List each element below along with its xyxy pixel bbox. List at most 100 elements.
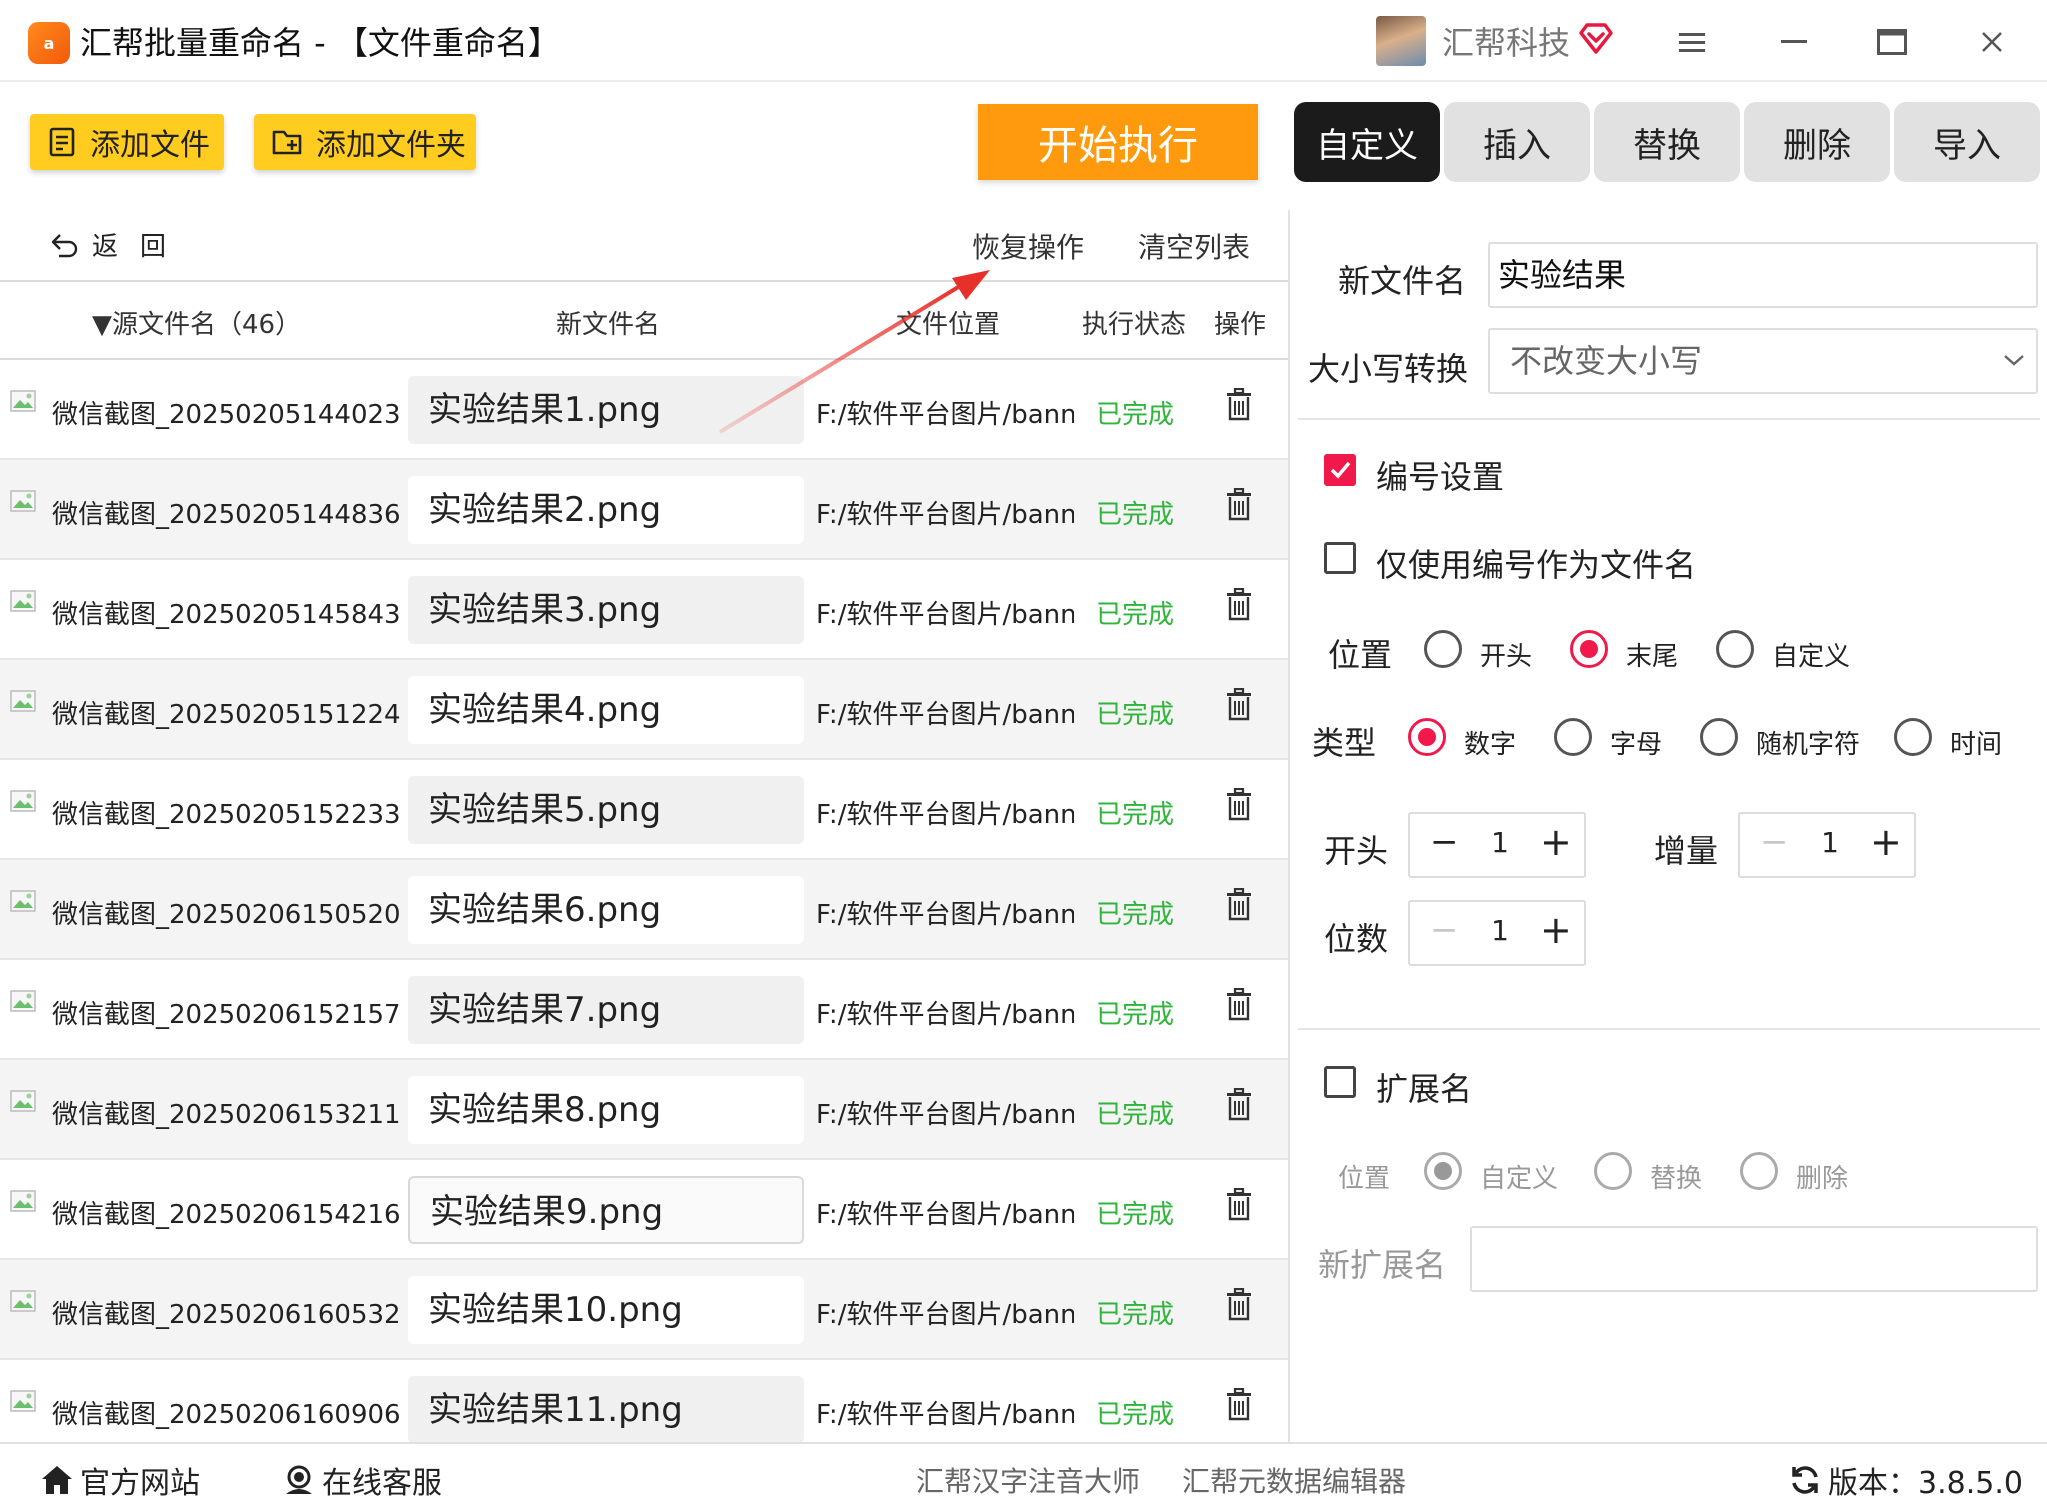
- start-button[interactable]: 开始执行: [978, 104, 1258, 180]
- ext-position-custom-radio[interactable]: [1424, 1152, 1462, 1190]
- type-random-label: 随机字符: [1756, 730, 1861, 760]
- type-time-label: 时间: [1950, 730, 2003, 760]
- new-filename-input[interactable]: 实验结果7.png: [408, 976, 804, 1044]
- status-badge: 已完成: [1096, 1100, 1175, 1130]
- status-badge: 已完成: [1096, 1400, 1175, 1430]
- only-number-checkbox[interactable]: [1324, 542, 1356, 574]
- menu-icon[interactable]: [1672, 22, 1712, 62]
- add-folder-button[interactable]: 添加文件夹: [254, 114, 476, 170]
- status-badge: 已完成: [1096, 600, 1175, 630]
- type-number-radio[interactable]: [1408, 718, 1446, 756]
- trash-icon[interactable]: [1224, 788, 1254, 822]
- increment-label: 增量: [1654, 832, 1719, 870]
- online-support-label: 在线客服: [322, 1466, 442, 1501]
- new-filename-input[interactable]: 实验结果8.png: [408, 1076, 804, 1144]
- metadata-editor-link[interactable]: 汇帮元数据编辑器: [1182, 1460, 1406, 1500]
- new-filename-input[interactable]: 实验结果6.png: [408, 876, 804, 944]
- trash-icon[interactable]: [1224, 1088, 1254, 1122]
- new-filename-input[interactable]: 实验结果2.png: [408, 476, 804, 544]
- add-file-label: 添加文件: [90, 128, 210, 163]
- table-row[interactable]: 微信截图_20250205145843.png 实验结果3.png F:/软件平台图…: [0, 560, 1288, 660]
- vip-diamond-icon[interactable]: [1578, 20, 1614, 56]
- digits-stepper[interactable]: − 1 +: [1408, 900, 1586, 966]
- header-source-name[interactable]: ▼源文件名（46）: [92, 304, 301, 341]
- trash-icon[interactable]: [1224, 988, 1254, 1022]
- image-file-icon: [10, 490, 36, 512]
- trash-icon[interactable]: [1224, 488, 1254, 522]
- table-row[interactable]: 微信截图_20250206150520.png 实验结果6.png F:/软件平台图…: [0, 860, 1288, 960]
- tab-delete[interactable]: 删除: [1744, 102, 1890, 182]
- increment-increment-button[interactable]: +: [1870, 820, 1902, 864]
- position-end-radio[interactable]: [1570, 630, 1608, 668]
- ext-position-delete-radio[interactable]: [1740, 1152, 1778, 1190]
- new-filename-input[interactable]: 实验结果11.png: [408, 1376, 804, 1442]
- ext-position-replace-radio[interactable]: [1594, 1152, 1632, 1190]
- numbering-label: 编号设置: [1376, 458, 1505, 496]
- increment-decrement-button[interactable]: −: [1760, 822, 1789, 862]
- refresh-icon: [1792, 1466, 1818, 1494]
- status-badge: 已完成: [1096, 1300, 1175, 1330]
- table-row[interactable]: 微信截图_20250206160906.png 实验结果11.png F:/软件平台…: [0, 1360, 1288, 1442]
- start-increment-button[interactable]: +: [1540, 820, 1572, 864]
- official-website-link[interactable]: 官方网站: [40, 1458, 200, 1502]
- new-extension-input[interactable]: [1470, 1226, 2038, 1292]
- file-location: F:/软件平台图片/banner: [816, 1100, 1074, 1130]
- new-filename-input[interactable]: 实验结果3.png: [408, 576, 804, 644]
- case-select[interactable]: 不改变大小写: [1488, 328, 2038, 394]
- tab-replace[interactable]: 替换: [1594, 102, 1740, 182]
- close-icon[interactable]: [1972, 22, 2012, 62]
- checkmark-icon: [1330, 461, 1351, 479]
- new-filename-input[interactable]: 实验结果9.png: [408, 1176, 804, 1244]
- tab-custom[interactable]: 自定义: [1294, 102, 1440, 182]
- trash-icon[interactable]: [1224, 588, 1254, 622]
- new-filename-input[interactable]: 实验结果5.png: [408, 776, 804, 844]
- trash-icon[interactable]: [1224, 388, 1254, 422]
- trash-icon[interactable]: [1224, 688, 1254, 722]
- position-custom-radio[interactable]: [1716, 630, 1754, 668]
- file-location: F:/软件平台图片/banner: [816, 800, 1074, 830]
- maximize-icon[interactable]: [1872, 22, 1912, 62]
- table-row[interactable]: 微信截图_20250206160532.png 实验结果10.png F:/软件平台…: [0, 1260, 1288, 1360]
- tab-import[interactable]: 导入: [1894, 102, 2040, 182]
- increment-stepper[interactable]: − 1 +: [1738, 812, 1916, 878]
- trash-icon[interactable]: [1224, 888, 1254, 922]
- version-info[interactable]: 版本：3.8.5.0: [1788, 1458, 2023, 1502]
- trash-icon[interactable]: [1224, 1388, 1254, 1422]
- type-time-radio[interactable]: [1894, 718, 1932, 756]
- trash-icon[interactable]: [1224, 1188, 1254, 1222]
- table-row[interactable]: 微信截图_20250205151224.png 实验结果4.png F:/软件平台图…: [0, 660, 1288, 760]
- user-name[interactable]: 汇帮科技: [1442, 22, 1570, 64]
- table-row[interactable]: 微信截图_20250206153211.png 实验结果8.png F:/软件平台图…: [0, 1060, 1288, 1160]
- online-support-link[interactable]: 在线客服: [282, 1458, 442, 1502]
- numbering-checkbox[interactable]: [1324, 454, 1356, 486]
- type-random-radio[interactable]: [1700, 718, 1738, 756]
- new-filename-input[interactable]: 实验结果1.png: [408, 376, 804, 444]
- digits-decrement-button[interactable]: −: [1430, 910, 1459, 950]
- restore-button[interactable]: 恢复操作: [972, 226, 1084, 266]
- image-file-icon: [10, 890, 36, 912]
- type-letter-radio[interactable]: [1554, 718, 1592, 756]
- minimize-icon[interactable]: [1774, 22, 1814, 62]
- pinyin-app-link[interactable]: 汇帮汉字注音大师: [916, 1460, 1140, 1500]
- start-decrement-button[interactable]: −: [1430, 822, 1459, 862]
- undo-button[interactable]: 返回: [50, 226, 188, 263]
- clear-list-button[interactable]: 清空列表: [1138, 226, 1250, 266]
- table-row[interactable]: 微信截图_20250205152233.png 实验结果5.png F:/软件平台图…: [0, 760, 1288, 860]
- position-start-radio[interactable]: [1424, 630, 1462, 668]
- extension-checkbox[interactable]: [1324, 1066, 1356, 1098]
- tab-insert[interactable]: 插入: [1444, 102, 1590, 182]
- table-row[interactable]: 微信截图_20250206152157.png 实验结果7.png F:/软件平台图…: [0, 960, 1288, 1060]
- digits-increment-button[interactable]: +: [1540, 908, 1572, 952]
- add-file-button[interactable]: 添加文件: [30, 114, 224, 170]
- new-filename-input[interactable]: 实验结果10.png: [408, 1276, 804, 1344]
- table-row[interactable]: 微信截图_20250205144023.png 实验结果1.png F:/软件平台图…: [0, 360, 1288, 460]
- trash-icon[interactable]: [1224, 1288, 1254, 1322]
- table-row[interactable]: 微信截图_20250206154216.png 实验结果9.png F:/软件平台图…: [0, 1160, 1288, 1260]
- new-name-input[interactable]: 实验结果: [1488, 242, 2038, 308]
- table-row[interactable]: 微信截图_20250205144836.png 实验结果2.png F:/软件平台图…: [0, 460, 1288, 560]
- image-file-icon: [10, 790, 36, 812]
- new-filename-input[interactable]: 实验结果4.png: [408, 676, 804, 744]
- user-avatar[interactable]: [1376, 16, 1426, 66]
- start-number-stepper[interactable]: − 1 +: [1408, 812, 1586, 878]
- source-filename: 微信截图_20250206152157.png: [52, 1000, 400, 1030]
